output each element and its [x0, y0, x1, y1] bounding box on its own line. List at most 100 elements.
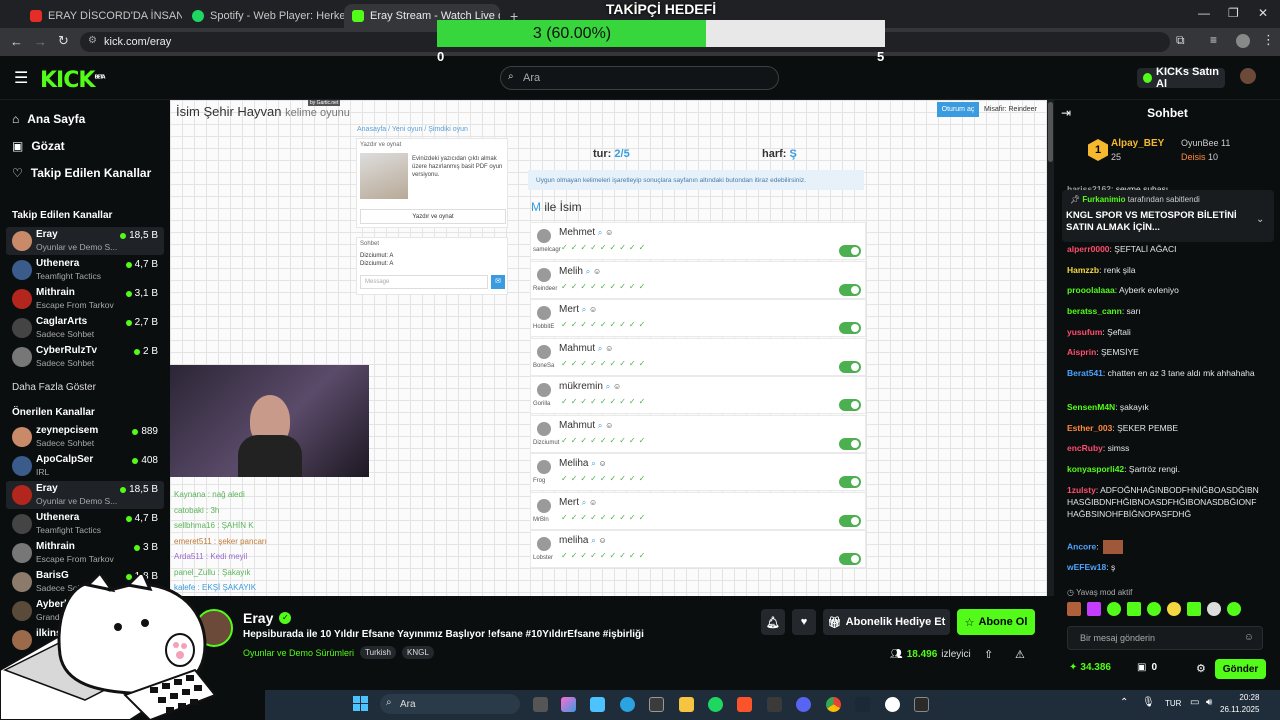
nav-following[interactable]: ♡ Takip Edilen Kanallar [12, 166, 151, 180]
chat-username[interactable]: encRuby [1067, 443, 1103, 453]
top-gifter-2[interactable]: OyunBee 11 [1181, 138, 1230, 148]
approve-toggle[interactable] [839, 360, 861, 373]
channel-item[interactable]: ApoCalpSer IRL 408 [6, 452, 164, 480]
emoji-vote-icon[interactable]: ☺ [605, 228, 613, 237]
search-icon[interactable]: ⌕ [598, 421, 602, 430]
emote-icon[interactable] [1187, 602, 1201, 616]
chat-username[interactable]: Aisprin [1067, 347, 1096, 357]
channel-points[interactable]: ✦ 34.386 [1069, 662, 1111, 673]
top-gifter-1[interactable]: Alpay_BEY [1111, 138, 1164, 149]
approve-toggle[interactable] [839, 476, 861, 488]
steam-icon[interactable] [855, 697, 870, 712]
profile-avatar[interactable] [1236, 34, 1250, 48]
search-icon[interactable]: ⌕ [591, 536, 595, 545]
microphone-icon[interactable]: 🎙︎ [1142, 697, 1155, 708]
reload-icon[interactable]: ↻ [58, 33, 69, 49]
search-input[interactable]: ⌕ Ara [500, 66, 779, 90]
channel-item[interactable]: Uthenera Teamfight Tactics 4,7 B [6, 256, 164, 284]
file-explorer-icon[interactable] [679, 697, 694, 712]
chat-username[interactable]: SensenM4N [1067, 402, 1115, 412]
emoji-icon[interactable]: ☺ [1244, 632, 1254, 643]
print-button[interactable]: Yazdır ve oynat [360, 209, 506, 224]
emoji-vote-icon[interactable]: ☺ [599, 459, 607, 468]
follow-heart-button[interactable]: ♥ [792, 609, 816, 635]
emoji-vote-icon[interactable]: ☺ [589, 498, 597, 507]
chat-message-input[interactable]: Bir mesaj gönderin ☺ [1067, 626, 1263, 650]
window-close-icon[interactable]: ✕ [1258, 6, 1268, 20]
share-icon[interactable]: ⇧ [984, 648, 993, 661]
brave-icon[interactable] [737, 697, 752, 712]
obs-icon[interactable] [885, 697, 900, 712]
chat-username[interactable]: Ancore [1067, 541, 1096, 551]
emote-icon[interactable] [1107, 602, 1121, 616]
emote-icon[interactable] [1227, 602, 1241, 616]
minimize-icon[interactable]: — [1198, 6, 1210, 20]
search-icon[interactable]: ⌕ [598, 228, 602, 237]
emoji-vote-icon[interactable]: ☺ [605, 344, 613, 353]
windows-app-icon[interactable] [590, 697, 605, 712]
approve-toggle[interactable] [839, 437, 861, 450]
chat-send-button[interactable]: Gönder [1215, 659, 1266, 679]
report-icon[interactable]: ⚠ [1015, 648, 1025, 661]
emoji-vote-icon[interactable]: ☺ [589, 305, 597, 314]
chat-username[interactable]: yusufum [1067, 327, 1102, 337]
chrome-icon[interactable] [826, 697, 841, 712]
channel-item[interactable]: Mithrain Escape From Tarkov 3 B [6, 539, 164, 567]
site-info-icon[interactable]: ⚙ [88, 35, 97, 46]
user-avatar[interactable] [1240, 68, 1256, 84]
chat-username[interactable]: prooolalaaa [1067, 285, 1115, 295]
channel-item[interactable]: Mithrain Escape From Tarkov 3,1 B [6, 285, 164, 313]
chat-settings-icon[interactable]: ⚙ [1196, 662, 1206, 675]
channel-item[interactable]: Eray Oyunlar ve Demo S... 18,5 B [6, 481, 164, 509]
search-icon[interactable]: ⌕ [582, 498, 586, 507]
chat-username[interactable]: alperr0000 [1067, 244, 1110, 254]
language-indicator[interactable]: TUR [1165, 699, 1181, 708]
nav-home[interactable]: ⌂ Ana Sayfa [12, 112, 85, 126]
chat-username[interactable]: Hamzzb [1067, 265, 1099, 275]
windows-start-icon[interactable] [353, 696, 368, 711]
chevron-down-icon[interactable]: ⌄ [1256, 214, 1264, 225]
forward-icon[interactable]: → [34, 34, 47, 49]
emote-icon[interactable] [1087, 602, 1101, 616]
tag-kngl[interactable]: KNGL [401, 646, 434, 659]
chat-username[interactable]: beratss_cann [1067, 306, 1122, 316]
page-scrollbar[interactable] [1047, 100, 1054, 596]
approve-toggle[interactable] [839, 399, 861, 411]
chat-username[interactable]: Berat541 [1067, 368, 1103, 378]
tag-turkish[interactable]: Turkish [360, 646, 396, 659]
browser-tab-discord[interactable]: ERAY DİSCORD'DA İNSANLARI...✕ [22, 4, 182, 28]
back-icon[interactable]: ← [10, 34, 23, 49]
emote-icon[interactable] [1147, 602, 1161, 616]
kick-logo[interactable]: KICKBETA [40, 68, 106, 93]
pinned-message[interactable]: 📌︎ Furkanimio tarafından sabitlendi KNGL… [1062, 190, 1274, 242]
channel-item[interactable]: Uthenera Teamfight Tactics 4,7 B [6, 510, 164, 538]
channel-item[interactable]: CaglarArts Sadece Sohbet 2,7 B [6, 314, 164, 342]
browser-menu-icon[interactable]: ⋮ [1262, 32, 1275, 48]
extensions-icon[interactable]: ⧉ [1176, 33, 1185, 48]
channel-item[interactable]: Eray Oyunlar ve Demo S... 18,5 B [6, 227, 164, 255]
approve-toggle[interactable] [839, 514, 861, 527]
discord-icon[interactable] [796, 697, 811, 712]
spotify-icon[interactable] [708, 697, 723, 712]
browser-app-icon[interactable] [649, 697, 664, 712]
game-message-input[interactable]: Message [360, 275, 488, 289]
chat-username[interactable]: wEFEw18 [1067, 562, 1106, 572]
task-view-icon[interactable] [533, 697, 548, 712]
emoji-vote-icon[interactable]: ☺ [599, 536, 607, 545]
chat-username[interactable]: Esther_003 [1067, 423, 1112, 433]
media-icon[interactable]: ≡ [1210, 33, 1217, 47]
top-gifter-3[interactable]: Deisis 10 [1181, 152, 1218, 162]
emoji-vote-icon[interactable]: ☺ [593, 267, 601, 276]
epic-games-icon[interactable] [914, 697, 929, 712]
search-icon[interactable]: ⌕ [591, 459, 595, 468]
approve-toggle[interactable] [839, 322, 861, 334]
approve-toggle[interactable] [839, 245, 861, 257]
app-icon[interactable] [767, 697, 782, 712]
hamburger-menu-icon[interactable]: ☰ [14, 68, 28, 88]
search-icon[interactable]: ⌕ [598, 344, 602, 353]
taskbar-search[interactable]: ⌕ Ara [380, 694, 520, 714]
copilot-icon[interactable] [561, 697, 576, 712]
network-icon[interactable]: ▭ [1190, 697, 1199, 708]
emote-icon[interactable] [1167, 602, 1181, 616]
kicks-buy-button[interactable]: KICKs Satın Al [1137, 66, 1225, 90]
